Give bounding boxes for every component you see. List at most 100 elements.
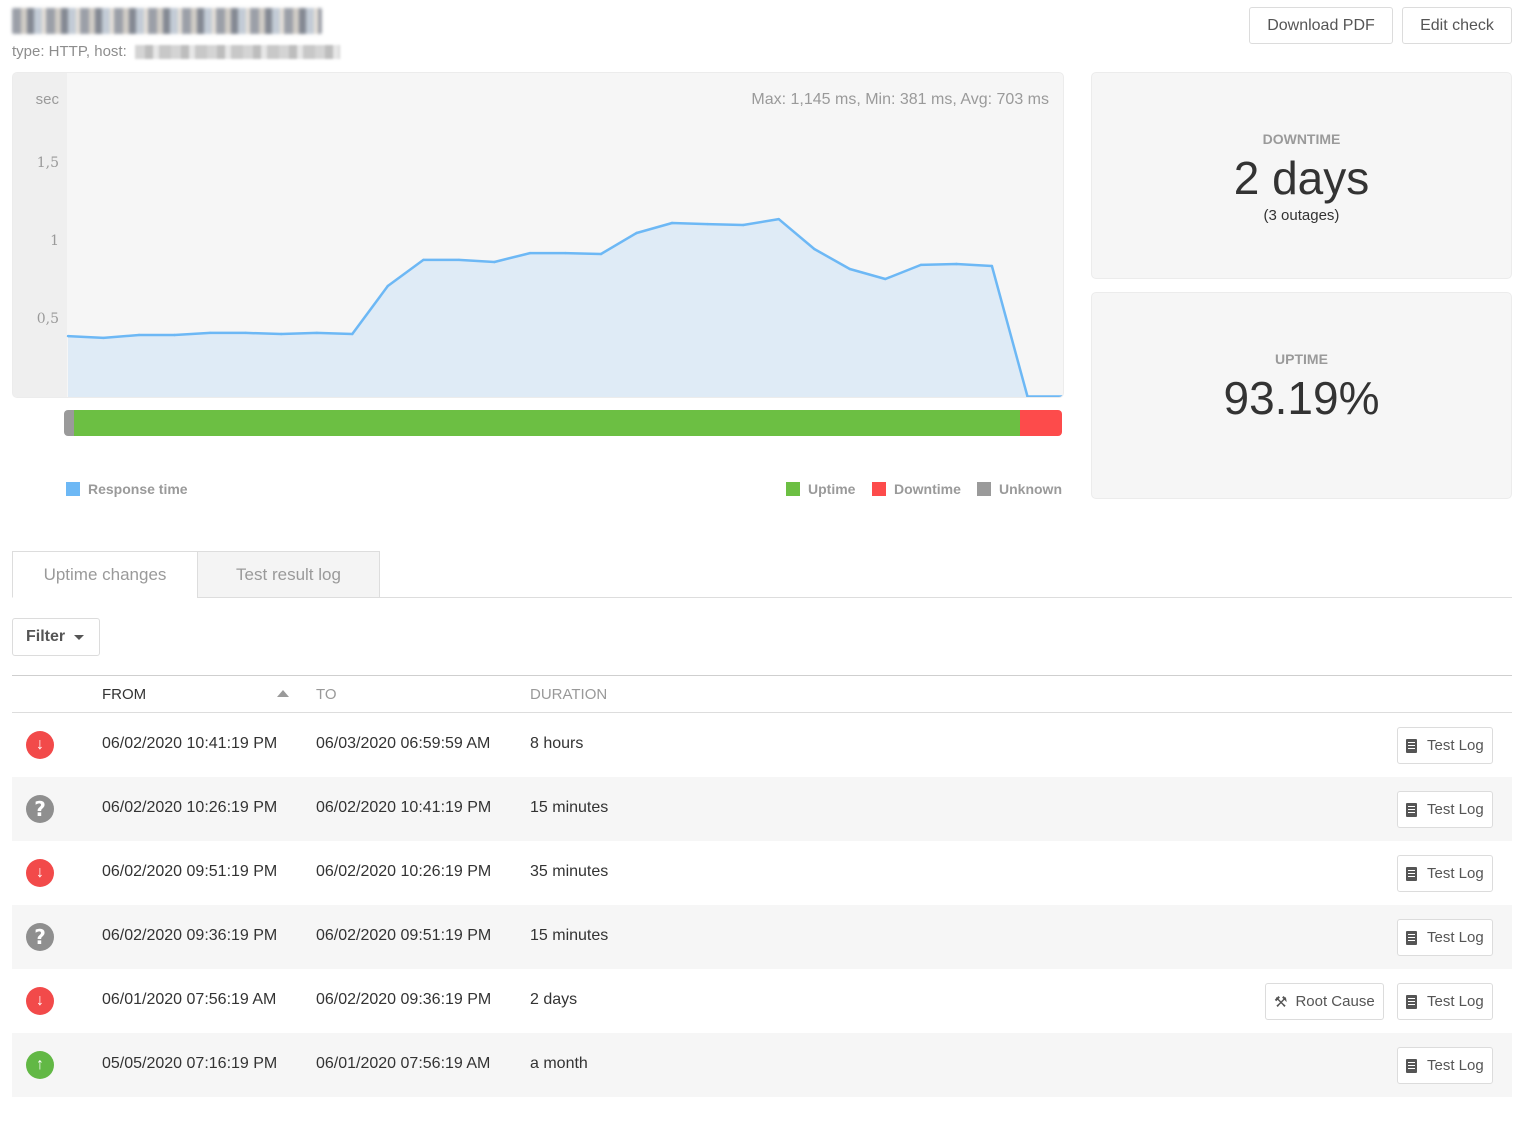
downtime-value: 2 days	[1233, 152, 1370, 204]
sort-ascending-icon[interactable]	[277, 690, 289, 697]
response-time-point	[422, 258, 425, 262]
document-icon	[1406, 930, 1417, 945]
to-cell: 06/03/2020 06:59:59 AM	[316, 735, 491, 752]
duration-cell: 15 minutes	[530, 799, 609, 816]
from-cell: 06/01/2020 07:56:19 AM	[102, 991, 277, 1008]
status-down-icon: ↓	[26, 859, 54, 887]
response-time-point	[315, 331, 318, 335]
legend-response-time: Response time	[66, 481, 188, 497]
legend-label: Downtime	[894, 481, 961, 497]
to-cell: 06/02/2020 09:36:19 PM	[316, 991, 492, 1008]
document-icon	[1406, 1058, 1417, 1073]
test-log-button[interactable]: Test Log	[1397, 727, 1493, 764]
test-log-label: Test Log	[1427, 865, 1484, 882]
response-time-point	[1026, 395, 1029, 397]
response-time-point	[493, 260, 496, 264]
table-row: ↓ 06/01/2020 07:56:19 AM 06/02/2020 09:3…	[12, 969, 1512, 1033]
test-log-button[interactable]: Test Log	[1397, 919, 1493, 956]
legend-swatch-response-time	[66, 482, 80, 496]
to-cell: 06/02/2020 09:51:19 PM	[316, 927, 492, 944]
duration-cell: 15 minutes	[530, 927, 609, 944]
test-log-label: Test Log	[1427, 929, 1484, 946]
to-cell: 06/02/2020 10:26:19 PM	[316, 863, 492, 880]
column-from[interactable]: FROM	[102, 686, 146, 703]
legend-uptime: Uptime	[786, 481, 855, 497]
duration-cell: 2 days	[530, 991, 578, 1008]
test-log-button[interactable]: Test Log	[1397, 1047, 1493, 1084]
column-to[interactable]: TO	[316, 686, 337, 703]
document-icon	[1406, 802, 1417, 817]
response-time-point	[208, 331, 212, 335]
response-time-point	[706, 222, 709, 226]
from-cell: 05/05/2020 07:16:19 PM	[102, 1055, 278, 1072]
legend-downtime: Downtime	[872, 481, 961, 497]
status-down-icon: ↓	[26, 731, 54, 759]
status-segment-uptime	[73, 410, 1021, 436]
root-cause-label: Root Cause	[1295, 993, 1375, 1010]
response-time-point	[564, 251, 567, 255]
table-row: ? 06/02/2020 10:26:19 PM 06/02/2020 10:4…	[12, 777, 1512, 841]
filter-label: Filter	[26, 628, 66, 645]
duration-cell: a month	[530, 1055, 588, 1072]
uptime-value: 93.19%	[1223, 372, 1380, 424]
response-time-point	[884, 277, 887, 281]
table-header: FROM TO DURATION	[12, 675, 1512, 713]
tab-uptime-changes[interactable]: Uptime changes	[12, 551, 198, 598]
to-cell: 06/02/2020 10:41:19 PM	[316, 799, 492, 816]
edit-check-button[interactable]: Edit check	[1402, 7, 1512, 44]
document-icon	[1406, 994, 1417, 1009]
downtime-card: DOWNTIME 2 days (3 outages)	[1091, 72, 1512, 279]
legend-label: Response time	[88, 481, 188, 497]
column-duration[interactable]: DURATION	[530, 686, 607, 703]
status-unknown-icon: ?	[26, 923, 54, 951]
response-time-point	[244, 331, 247, 335]
legend-swatch-unknown	[977, 482, 991, 496]
uptime-card: UPTIME 93.19%	[1091, 292, 1512, 499]
response-time-point	[66, 334, 70, 338]
tab-test-result-log[interactable]: Test result log	[197, 551, 380, 598]
status-segment-downtime	[1020, 410, 1062, 436]
test-log-button[interactable]: Test Log	[1397, 791, 1493, 828]
response-time-point	[919, 263, 923, 267]
tab-bar: Uptime changes Test result log	[12, 551, 1512, 598]
check-type-host-label: type: HTTP, host:	[12, 43, 127, 60]
response-time-point	[102, 336, 105, 340]
root-cause-button[interactable]: ⚒ Root Cause	[1265, 983, 1384, 1020]
legend-label: Unknown	[999, 481, 1062, 497]
test-log-label: Test Log	[1427, 993, 1484, 1010]
response-time-point	[457, 258, 461, 262]
response-time-point	[137, 333, 141, 337]
response-time-point	[777, 217, 780, 221]
uptime-label: UPTIME	[1275, 351, 1328, 367]
response-time-point	[670, 221, 674, 225]
duration-cell: 8 hours	[530, 735, 584, 752]
filter-dropdown[interactable]: Filter	[12, 618, 100, 656]
duration-cell: 35 minutes	[530, 863, 609, 880]
table-row: ↓ 06/02/2020 09:51:19 PM 06/02/2020 10:2…	[12, 841, 1512, 905]
response-time-point	[351, 332, 354, 336]
download-pdf-button[interactable]: Download PDF	[1249, 7, 1393, 44]
test-log-label: Test Log	[1427, 1057, 1484, 1074]
chart-plot	[66, 217, 1063, 397]
status-timeline-bar	[64, 410, 1062, 436]
response-stats: Max: 1,145 ms, Min: 381 ms, Avg: 703 ms	[751, 91, 1049, 108]
response-time-point	[990, 264, 994, 268]
test-log-button[interactable]: Test Log	[1397, 983, 1493, 1020]
from-cell: 06/02/2020 09:36:19 PM	[102, 927, 278, 944]
test-log-button[interactable]: Test Log	[1397, 855, 1493, 892]
table-row: ↓ 06/02/2020 10:41:19 PM 06/03/2020 06:5…	[12, 713, 1512, 777]
response-time-point	[386, 284, 389, 288]
table-body: ↓ 06/02/2020 10:41:19 PM 06/03/2020 06:5…	[12, 713, 1512, 1097]
response-time-point	[742, 223, 745, 227]
from-cell: 06/02/2020 10:26:19 PM	[102, 799, 278, 816]
host-redacted	[134, 45, 340, 60]
response-time-point	[528, 251, 532, 255]
response-time-point	[280, 332, 283, 336]
table-row: ? 06/02/2020 09:36:19 PM 06/02/2020 09:5…	[12, 905, 1512, 969]
status-up-icon: ↑	[26, 1051, 54, 1079]
legend-swatch-uptime	[786, 482, 800, 496]
status-unknown-icon: ?	[26, 795, 54, 823]
status-segment-unknown	[64, 410, 74, 436]
tools-icon: ⚒	[1274, 992, 1288, 1011]
downtime-label: DOWNTIME	[1262, 131, 1341, 147]
